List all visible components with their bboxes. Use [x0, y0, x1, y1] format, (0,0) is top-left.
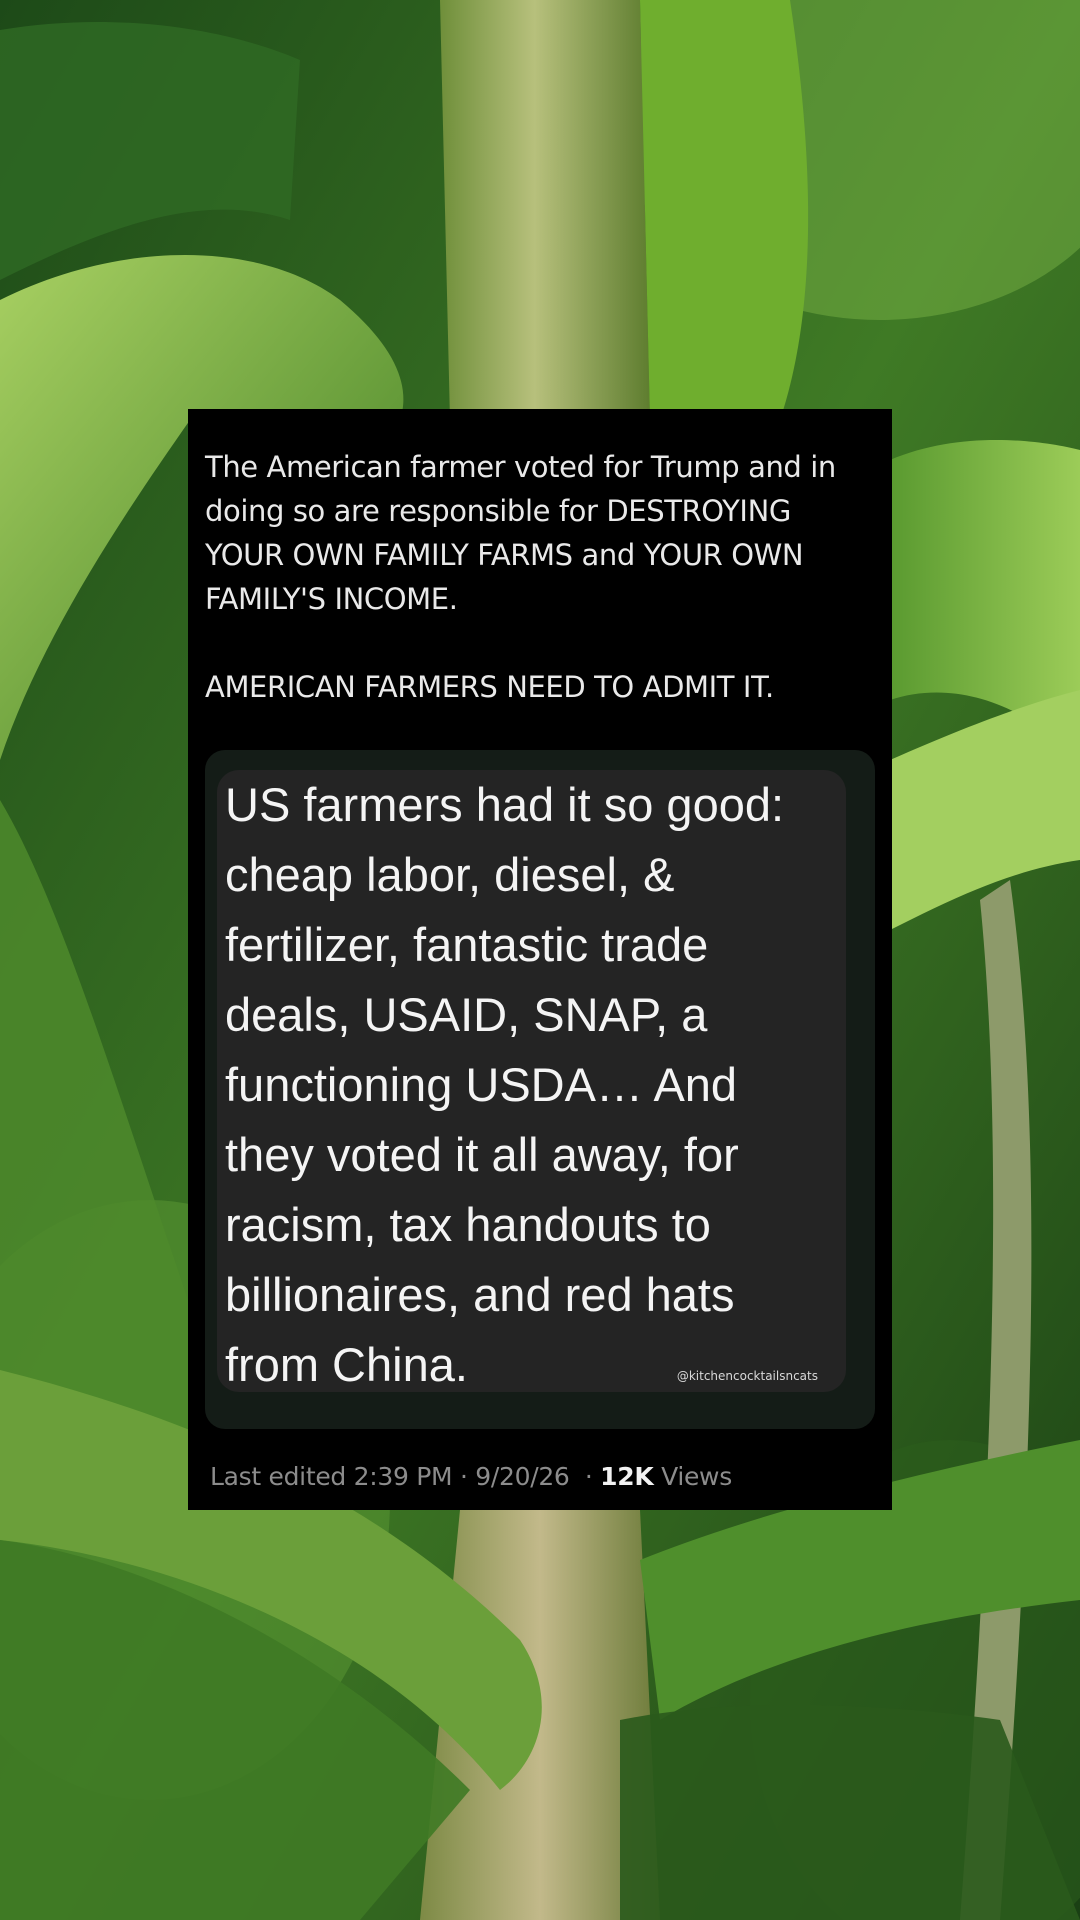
post-line: FAMILY'S INCOME.	[205, 582, 458, 616]
quote-line: billionaires, and red hats	[225, 1268, 735, 1321]
quote-line: they voted it all away, for	[225, 1128, 739, 1181]
quoted-post[interactable]: US farmers had it so good: cheap labor, …	[205, 750, 875, 1429]
post-time[interactable]: 2:39 PM	[354, 1462, 453, 1491]
views-label[interactable]: Views	[661, 1462, 732, 1491]
post-body: The American farmer voted for Trump and …	[205, 445, 885, 709]
watermark-handle: @kitchencocktailsncats	[676, 1369, 818, 1383]
post-meta: Last edited 2:39 PM · 9/20/26 · 12K View…	[210, 1462, 732, 1491]
views-count[interactable]: 12K	[600, 1462, 654, 1491]
quoted-post-text: US farmers had it so good: cheap labor, …	[225, 770, 835, 1400]
quote-line: deals, USAID, SNAP, a	[225, 988, 708, 1041]
quote-line: fertilizer, fantastic trade	[225, 918, 709, 971]
quote-line: US farmers had it so good:	[225, 778, 785, 831]
quote-line: from China.	[225, 1338, 468, 1391]
quoted-post-image: US farmers had it so good: cheap labor, …	[217, 770, 846, 1392]
quote-line: racism, tax handouts to	[225, 1198, 711, 1251]
post-card: The American farmer voted for Trump and …	[188, 409, 892, 1510]
post-line: doing so are responsible for DESTROYING	[205, 494, 791, 528]
edited-label[interactable]: Last edited	[210, 1462, 346, 1491]
meta-separator: ·	[459, 1462, 468, 1491]
post-line: The American farmer voted for Trump and …	[205, 450, 836, 484]
post-date[interactable]: 9/20/26	[475, 1462, 570, 1491]
quote-line: cheap labor, diesel, &	[225, 848, 675, 901]
post-line: YOUR OWN FAMILY FARMS and YOUR OWN	[205, 538, 804, 572]
post-second-paragraph: AMERICAN FARMERS NEED TO ADMIT IT.	[205, 670, 774, 704]
meta-separator: ·	[584, 1462, 593, 1491]
quote-line: functioning USDA… And	[225, 1058, 738, 1111]
